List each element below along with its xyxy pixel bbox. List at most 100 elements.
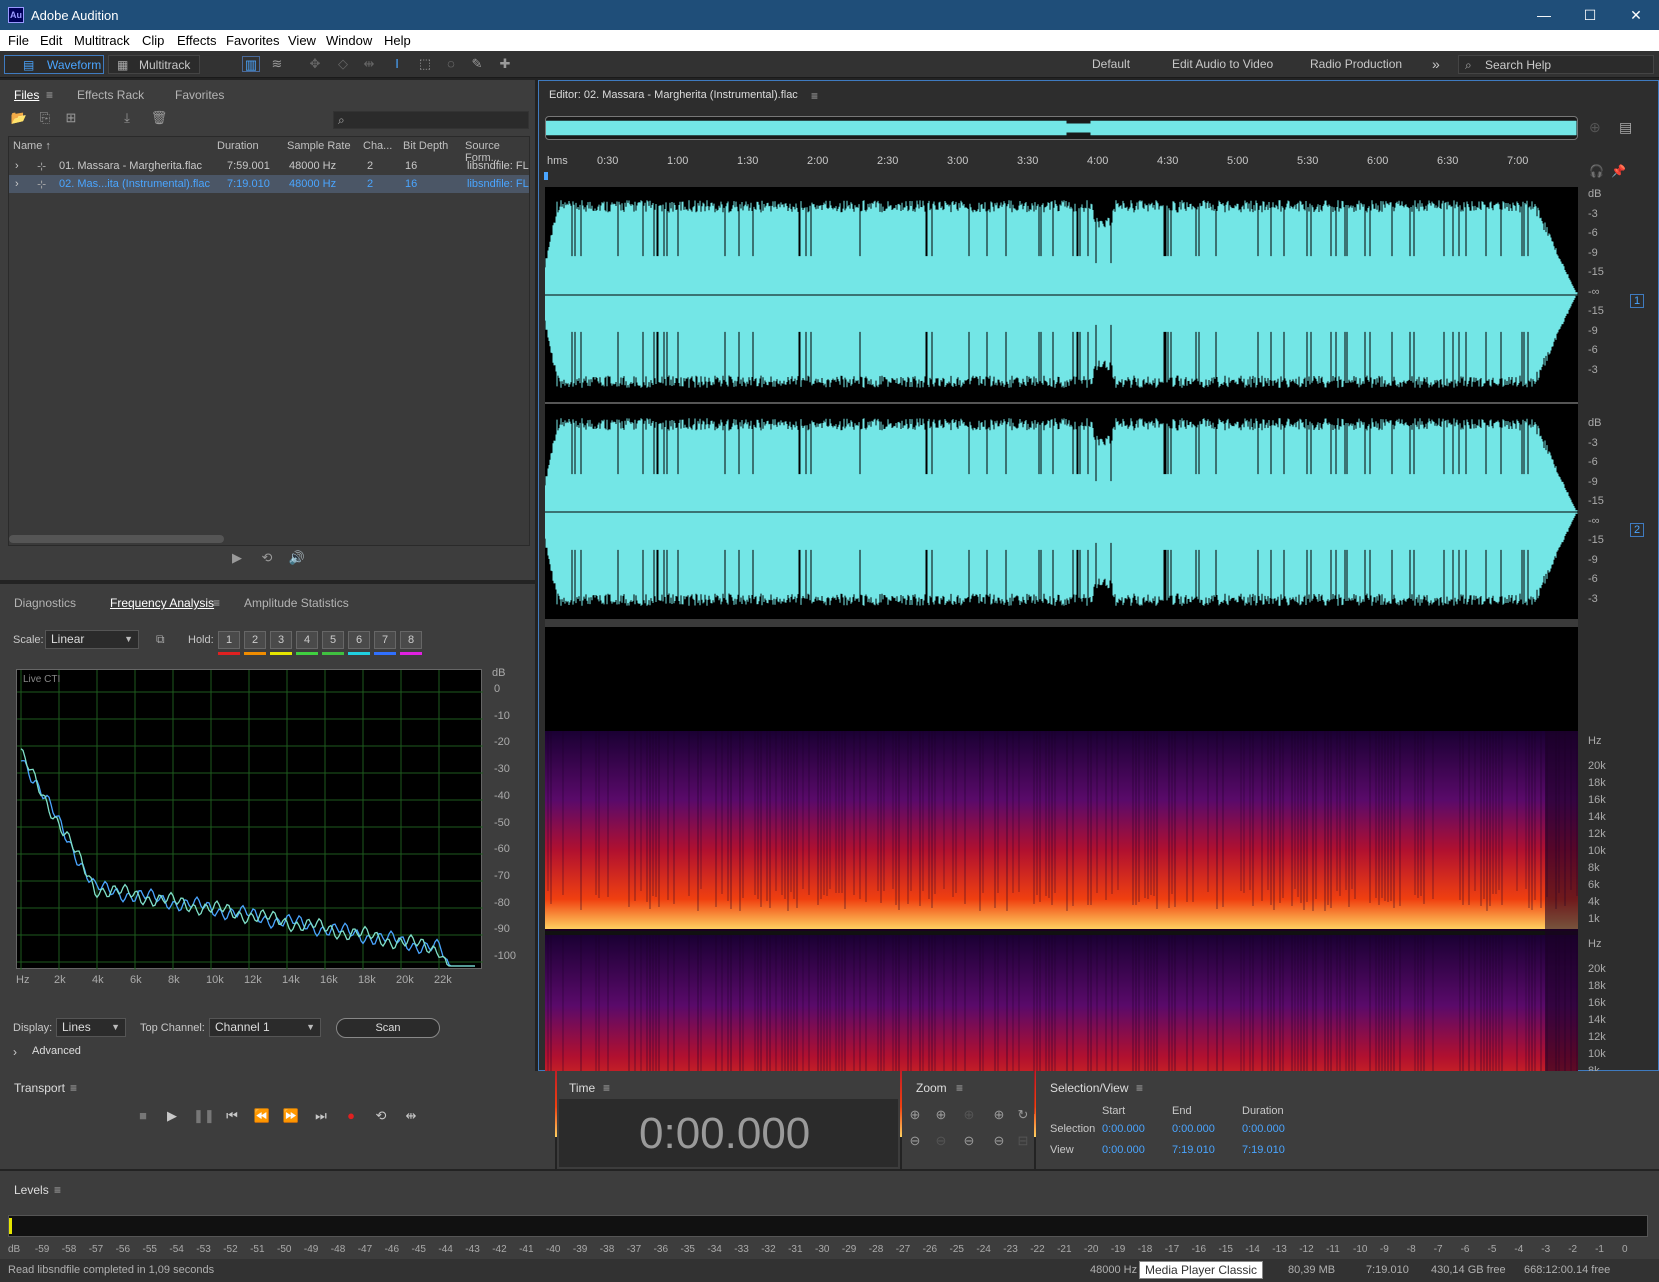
play-icon[interactable]: ▶	[163, 1108, 181, 1126]
record-icon[interactable]: ●	[342, 1108, 360, 1126]
move-tool-icon[interactable]: ✥	[306, 56, 324, 72]
zoom-out-amplitude-icon[interactable]: ⊖	[906, 1133, 924, 1149]
tab-frequency-analysis[interactable]: Frequency Analysis	[110, 596, 214, 610]
transport-menu-icon[interactable]: ≡	[70, 1081, 77, 1095]
display-dropdown[interactable]: Lines ▼	[56, 1018, 126, 1037]
spectral-frequency-display-icon[interactable]: ▥	[242, 56, 260, 72]
channel-label-1[interactable]: 1	[1630, 294, 1645, 308]
selection-start-value[interactable]: 0:00.000	[1102, 1123, 1145, 1135]
autoplay-icon[interactable]: 🔊	[288, 550, 306, 566]
search-help-field[interactable]: ⌕ Search Help	[1458, 55, 1654, 74]
zoom-out-all-icon[interactable]: ⊖	[990, 1133, 1008, 1149]
col-name[interactable]: Name ↑	[13, 140, 51, 152]
fast-forward-icon[interactable]: ⏩	[282, 1108, 300, 1126]
insert-into-multitrack-icon[interactable]: ⤓	[118, 110, 136, 126]
col-channels[interactable]: Cha...	[363, 140, 392, 152]
hold-button-4[interactable]: 4	[296, 631, 318, 649]
file-row[interactable]: › ⊹ 01. Massara - Margherita.flac 7:59.0…	[9, 157, 529, 175]
hold-button-8[interactable]: 8	[400, 631, 422, 649]
spectral-pitch-display-icon[interactable]: ≋	[268, 56, 286, 72]
workspace-default[interactable]: Default	[1092, 55, 1130, 74]
multitrack-view-button[interactable]: ▦ Multitrack	[108, 55, 200, 74]
zoom-selection-icon[interactable]: ⊕	[960, 1107, 978, 1123]
zoom-track-icon[interactable]: ⊟	[1014, 1133, 1032, 1149]
menu-multitrack[interactable]: Multitrack	[74, 33, 130, 48]
advanced-chevron-icon[interactable]: ›	[13, 1045, 17, 1059]
hold-button-2[interactable]: 2	[244, 631, 266, 649]
channel-label-2[interactable]: 2	[1630, 523, 1645, 537]
view-duration-value[interactable]: 7:19.010	[1242, 1144, 1285, 1156]
hold-button-3[interactable]: 3	[270, 631, 292, 649]
new-file-icon[interactable]: ⊞	[62, 110, 80, 126]
file-row[interactable]: › ⊹ 02. Mas...ita (Instrumental).flac 7:…	[9, 175, 529, 193]
menu-file[interactable]: File	[8, 33, 29, 48]
levels-menu-icon[interactable]: ≡	[54, 1183, 61, 1197]
time-selection-tool-icon[interactable]: I	[388, 56, 406, 72]
zoom-out-time-icon[interactable]: ⊖	[932, 1133, 950, 1149]
more-workspaces-icon[interactable]: »	[1432, 55, 1440, 74]
loop-playback-icon[interactable]: ⟲	[372, 1108, 390, 1126]
zoom-in-point-icon[interactable]: ⊕	[990, 1107, 1008, 1123]
top-channel-dropdown[interactable]: Channel 1 ▼	[209, 1018, 321, 1037]
tab-files[interactable]: Files	[14, 88, 39, 102]
spot-healing-brush-tool-icon[interactable]: ✚	[496, 56, 514, 72]
menu-help[interactable]: Help	[384, 33, 411, 48]
open-file-icon[interactable]: 📂	[10, 110, 28, 126]
loop-preview-icon[interactable]: ⟲	[258, 550, 276, 566]
scale-dropdown[interactable]: Linear ▼	[45, 630, 139, 649]
close-button[interactable]: ✕	[1613, 0, 1659, 30]
zoom-menu-icon[interactable]: ≡	[956, 1081, 963, 1095]
marquee-selection-tool-icon[interactable]: ⬚	[416, 56, 434, 72]
overview-navigator[interactable]	[545, 116, 1578, 140]
pin-icon[interactable]: 📌	[1611, 164, 1626, 178]
hold-button-7[interactable]: 7	[374, 631, 396, 649]
slip-tool-icon[interactable]: ⇹	[360, 56, 378, 72]
zoom-reset-icon[interactable]: ↻	[1014, 1107, 1032, 1123]
hold-button-5[interactable]: 5	[322, 631, 344, 649]
play-preview-icon[interactable]: ▶	[228, 550, 246, 566]
hold-button-6[interactable]: 6	[348, 631, 370, 649]
expand-chevron-icon[interactable]: ›	[15, 178, 19, 190]
playhead-marker[interactable]	[544, 172, 548, 180]
minimize-button[interactable]: —	[1521, 0, 1567, 30]
workspace-radio-production[interactable]: Radio Production	[1310, 55, 1402, 74]
rewind-icon[interactable]: ⏪	[253, 1108, 271, 1126]
view-start-value[interactable]: 0:00.000	[1102, 1144, 1145, 1156]
col-duration[interactable]: Duration	[217, 140, 259, 152]
skip-to-end-icon[interactable]: ⏭	[312, 1108, 330, 1126]
col-bit-depth[interactable]: Bit Depth	[403, 140, 448, 152]
view-end-value[interactable]: 7:19.010	[1172, 1144, 1215, 1156]
paintbrush-selection-tool-icon[interactable]: ✎	[468, 56, 486, 72]
selection-end-value[interactable]: 0:00.000	[1172, 1123, 1215, 1135]
horizontal-scrollbar[interactable]	[9, 535, 224, 543]
files-panel-menu-icon[interactable]: ≡	[46, 88, 53, 102]
files-filter-input[interactable]: ⌕	[333, 111, 529, 129]
workspace-edit-audio-to-video[interactable]: Edit Audio to Video	[1172, 55, 1273, 74]
scan-button[interactable]: Scan	[336, 1018, 440, 1038]
screenshot-icon[interactable]: ⧉	[156, 632, 165, 647]
tab-amplitude-statistics[interactable]: Amplitude Statistics	[244, 596, 349, 610]
maximize-button[interactable]: ☐	[1567, 0, 1613, 30]
razor-tool-icon[interactable]: ◇	[334, 56, 352, 72]
menu-effects[interactable]: Effects	[177, 33, 217, 48]
waveform-view-button[interactable]: ▤ Waveform	[4, 55, 104, 74]
menu-window[interactable]: Window	[326, 33, 372, 48]
selection-duration-value[interactable]: 0:00.000	[1242, 1123, 1285, 1135]
col-sample-rate[interactable]: Sample Rate	[287, 140, 351, 152]
pause-icon[interactable]: ❚❚	[193, 1108, 215, 1126]
menu-view[interactable]: View	[288, 33, 316, 48]
menu-clip[interactable]: Clip	[142, 33, 164, 48]
hold-button-1[interactable]: 1	[218, 631, 240, 649]
zoom-navigator-icon[interactable]: ⊕	[1589, 119, 1601, 136]
menu-favorites[interactable]: Favorites	[226, 33, 279, 48]
advanced-toggle[interactable]: Advanced	[32, 1045, 81, 1057]
expand-chevron-icon[interactable]: ›	[15, 160, 19, 172]
import-file-icon[interactable]: ⎘	[36, 110, 54, 126]
stop-icon[interactable]: ■	[134, 1108, 152, 1126]
display-settings-icon[interactable]: ▤	[1619, 119, 1632, 136]
tab-favorites[interactable]: Favorites	[175, 88, 224, 102]
skip-to-start-icon[interactable]: ⏮	[223, 1108, 241, 1126]
tab-diagnostics[interactable]: Diagnostics	[14, 596, 76, 610]
time-menu-icon[interactable]: ≡	[603, 1081, 610, 1095]
delete-icon[interactable]: 🗑	[150, 110, 168, 126]
